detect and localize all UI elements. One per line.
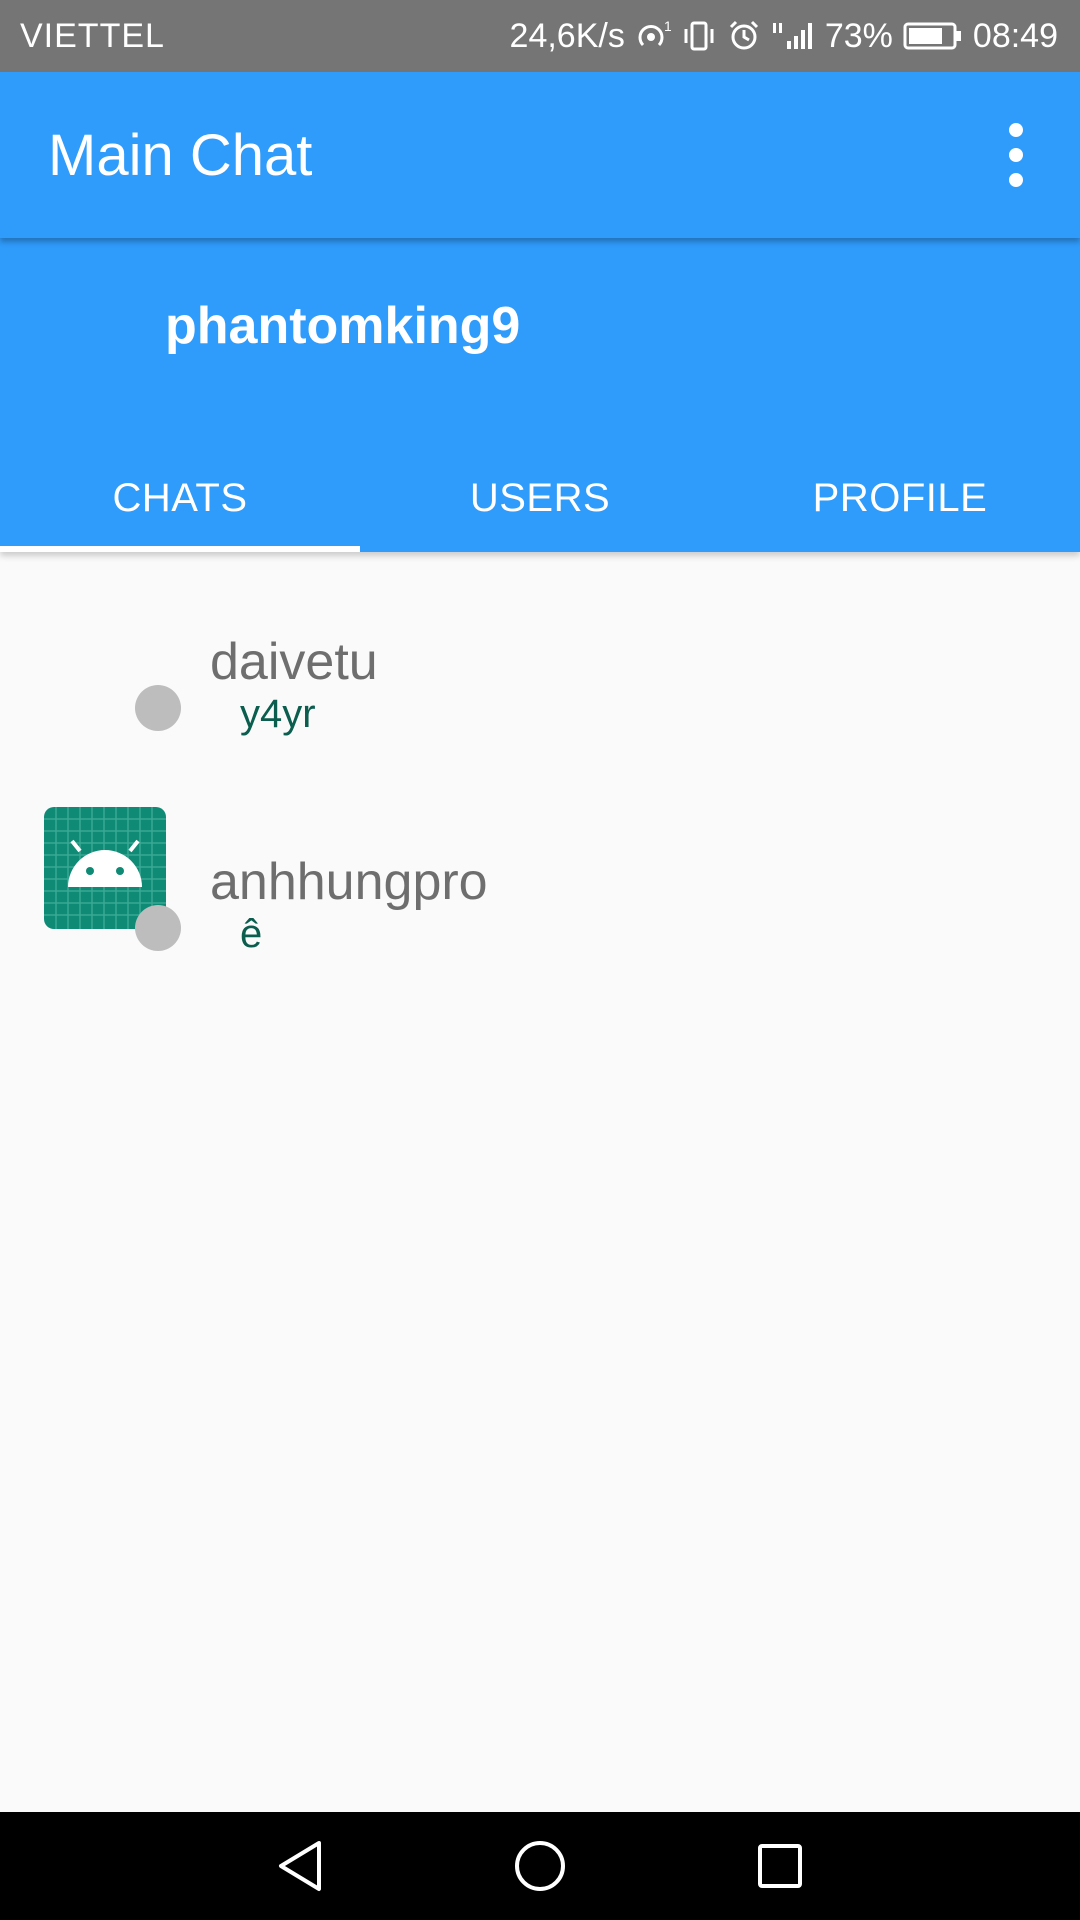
- recents-square-icon[interactable]: [750, 1836, 810, 1896]
- status-bar: VIETTEL 24,6K/s 1 73% 08:49: [0, 0, 1080, 72]
- system-nav-bar: [0, 1812, 1080, 1920]
- chat-list-item[interactable]: daivetu y4yr: [0, 552, 1080, 772]
- hotspot-icon: 1: [635, 19, 671, 53]
- status-indicators: 24,6K/s 1 73% 08:49: [510, 17, 1058, 56]
- clock: 08:49: [972, 16, 1058, 55]
- chat-user-name: daivetu: [210, 633, 378, 691]
- page-title: Main Chat: [48, 122, 313, 188]
- svg-text:1: 1: [664, 19, 671, 34]
- vibrate-icon: [681, 19, 717, 53]
- current-username: phantomking9: [165, 297, 521, 355]
- online-status-dot: [135, 685, 181, 731]
- tab-users[interactable]: USERS: [360, 444, 720, 552]
- tab-bar: CHATS USERS PROFILE: [0, 444, 1080, 552]
- app-toolbar: Main Chat: [0, 72, 1080, 238]
- tab-users-label: USERS: [469, 475, 611, 520]
- carrier-label: VIETTEL: [20, 16, 165, 55]
- tab-chats[interactable]: CHATS: [0, 444, 360, 552]
- chat-list: daivetu y4yr anhhungpro ê: [0, 552, 1080, 992]
- network-speed: 24,6K/s: [509, 16, 625, 55]
- tab-profile[interactable]: PROFILE: [720, 444, 1080, 552]
- chat-user-name: anhhungpro: [210, 853, 488, 911]
- battery-icon: [903, 21, 963, 51]
- alarm-icon: [727, 19, 761, 53]
- tab-profile-label: PROFILE: [812, 475, 988, 520]
- chat-last-message: y4yr: [240, 692, 316, 736]
- tab-chats-label: CHATS: [112, 475, 248, 520]
- battery-percent: 73%: [824, 16, 893, 55]
- chat-last-message: ê: [240, 912, 263, 956]
- more-vert-icon[interactable]: [980, 111, 1052, 199]
- back-triangle-icon[interactable]: [270, 1836, 330, 1896]
- profile-header: phantomking9 CHATS USERS PROFILE: [0, 238, 1080, 552]
- home-circle-icon[interactable]: [510, 1836, 570, 1896]
- chat-list-item[interactable]: anhhungpro ê: [0, 772, 1080, 992]
- signal-icon: [771, 19, 815, 53]
- online-status-dot: [135, 905, 181, 951]
